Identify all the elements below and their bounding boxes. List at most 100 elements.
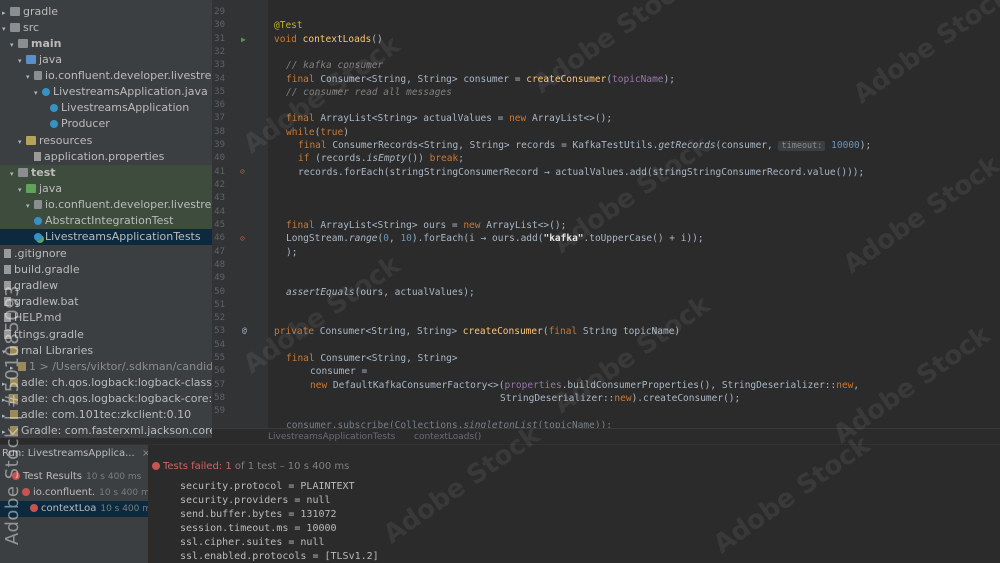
tree-item-help-md[interactable]: HELP.md: [0, 310, 212, 326]
line-number: 52: [214, 313, 225, 323]
tests-failed-label: Tests failed: 1: [163, 461, 232, 472]
tree-item-test-package[interactable]: ▾io.confluent.developer.livestreams: [0, 197, 212, 213]
failed-test-icon: [22, 488, 30, 496]
line-number: 42: [214, 180, 225, 190]
tree-item-abstract-integration-test[interactable]: AbstractIntegrationTest: [0, 213, 212, 229]
java-file-icon: [42, 88, 50, 96]
file-icon: [4, 249, 11, 258]
failure-icon: [152, 462, 160, 470]
tree-item-main[interactable]: ▾ main: [0, 36, 212, 52]
test-folder-icon: [26, 184, 36, 193]
class-icon: [50, 104, 58, 112]
line-number: 55: [214, 353, 225, 363]
tree-item-settings-gradle[interactable]: ttings.gradle: [0, 327, 212, 343]
line-number: 38: [214, 127, 225, 137]
tree-item-test[interactable]: ▾ test: [0, 165, 212, 181]
test-class-icon: [34, 233, 42, 241]
console-line: security.protocol = PLAINTEXT: [180, 481, 355, 492]
breadcrumb-class[interactable]: LivestreamsApplicationTests: [268, 432, 395, 442]
chevron-down-icon[interactable]: ▾: [10, 166, 18, 182]
test-status-bar: Tests failed: 1 of 1 test – 10 s 400 ms: [148, 459, 748, 475]
tree-item-jdk[interactable]: ▸1 > /Users/viktor/.sdkman/candidates: [0, 359, 212, 375]
line-number: 37: [214, 113, 225, 123]
line-number: 54: [214, 340, 225, 350]
chevron-down-icon[interactable]: ▾: [26, 198, 34, 214]
breadcrumb-method[interactable]: contextLoads(): [414, 432, 481, 442]
tree-item-resources[interactable]: ▾ resources: [0, 133, 212, 149]
chevron-down-icon[interactable]: ▾: [18, 182, 26, 198]
line-number: 46: [214, 233, 225, 243]
tree-item-src[interactable]: ▾ src: [0, 20, 212, 36]
tree-item-library-zkclient[interactable]: ▸ adle: com.101tec:zkclient:0.10: [0, 407, 212, 423]
line-number: 30: [214, 20, 225, 30]
class-icon: [50, 120, 58, 128]
chevron-down-icon[interactable]: ▾: [18, 134, 26, 150]
tree-item-livestreams-application-java[interactable]: ▾ LivestreamsApplication.java: [0, 84, 212, 100]
tree-item-livestreams-application-tests[interactable]: LivestreamsApplicationTests: [0, 229, 212, 245]
line-number: 34: [214, 74, 225, 84]
tree-item-application-properties[interactable]: application.properties: [0, 149, 212, 165]
console-line: session.timeout.ms = 10000: [180, 523, 337, 534]
console-line: ssl.cipher.suites = null: [180, 537, 325, 548]
code-editor[interactable]: 29 30 31 32 33 34 35 36 37 38 39 40 41 4…: [212, 0, 1000, 430]
chevron-right-icon[interactable]: ▸: [2, 5, 10, 21]
line-number: 31: [214, 34, 225, 44]
folder-icon: [18, 39, 28, 48]
stock-id-watermark: Adobe Stock | #501085093: [2, 284, 23, 545]
class-icon: [34, 217, 42, 225]
line-number: 53: [214, 326, 225, 336]
run-tool-window: Run: LivestreamsApplica... × Test Result…: [0, 444, 1000, 563]
line-number: 40: [214, 153, 225, 163]
source-folder-icon: [26, 55, 36, 64]
console-output[interactable]: security.protocol = PLAINTEXT security.p…: [180, 479, 980, 563]
package-icon: [34, 200, 42, 209]
tree-item-library-jackson-core[interactable]: ▸Gradle: com.fasterxml.jackson.core:jack…: [0, 423, 212, 438]
console-line: ssl.enabled.protocols = [TLSv1.2]: [180, 551, 379, 562]
resources-folder-icon: [26, 136, 36, 145]
tree-item-gitignore[interactable]: .gitignore: [0, 246, 212, 262]
chevron-down-icon[interactable]: ▾: [2, 21, 10, 37]
folder-icon: [10, 23, 20, 32]
tree-item-main-package[interactable]: ▾io.confluent.developer.livestreams: [0, 68, 212, 84]
folder-icon: [10, 7, 20, 16]
console-line: security.providers = null: [180, 495, 331, 506]
chevron-down-icon[interactable]: ▾: [26, 69, 34, 85]
properties-file-icon: [34, 152, 41, 161]
line-number: 58: [214, 393, 225, 403]
line-number: 39: [214, 140, 225, 150]
parameter-hint: timeout:: [778, 141, 826, 151]
line-number: 35: [214, 87, 225, 97]
line-number: 43: [214, 193, 225, 203]
run-test-icon[interactable]: ▶: [241, 35, 246, 44]
tree-item-gradle[interactable]: ▸ gradle: [0, 4, 212, 20]
tree-item-external-libraries[interactable]: ▾ rnal Libraries: [0, 343, 212, 359]
tree-item-producer[interactable]: Producer: [0, 116, 212, 132]
line-number: 32: [214, 47, 225, 57]
folder-icon: [18, 168, 28, 177]
tree-item-main-java[interactable]: ▾ java: [0, 52, 212, 68]
line-number: 48: [214, 260, 225, 270]
tree-item-library-logback-core[interactable]: ▸adle: ch.qos.logback:logback-core:1.2.3: [0, 391, 212, 407]
line-number: 36: [214, 100, 225, 110]
annotation-icon[interactable]: @: [242, 326, 247, 335]
line-number: 44: [214, 207, 225, 217]
line-number: 50: [214, 287, 225, 297]
tree-item-library-logback-classic[interactable]: ▸adle: ch.qos.logback:logback-classic:1.: [0, 375, 212, 391]
line-number: 57: [214, 380, 225, 390]
tree-item-test-java[interactable]: ▾ java: [0, 181, 212, 197]
tests-summary: of 1 test – 10 s 400 ms: [231, 461, 350, 472]
chevron-down-icon[interactable]: ▾: [34, 85, 42, 101]
gradle-file-icon: [4, 265, 11, 274]
chevron-down-icon[interactable]: ▾: [10, 37, 18, 53]
line-number: 51: [214, 300, 225, 310]
tree-item-build-gradle[interactable]: build.gradle: [0, 262, 212, 278]
line-number: 49: [214, 273, 225, 283]
chevron-down-icon[interactable]: ▾: [18, 53, 26, 69]
tree-item-livestreams-application-class[interactable]: LivestreamsApplication: [0, 100, 212, 116]
tree-item-gradlew[interactable]: gradlew: [0, 278, 212, 294]
lambda-icon[interactable]: ⊘: [240, 167, 245, 176]
console-line: send.buffer.bytes = 131072: [180, 509, 337, 520]
lambda-icon[interactable]: ⊘: [240, 234, 245, 243]
close-icon[interactable]: ×: [142, 448, 148, 459]
tree-item-gradlew-bat[interactable]: gradlew.bat: [0, 294, 212, 310]
